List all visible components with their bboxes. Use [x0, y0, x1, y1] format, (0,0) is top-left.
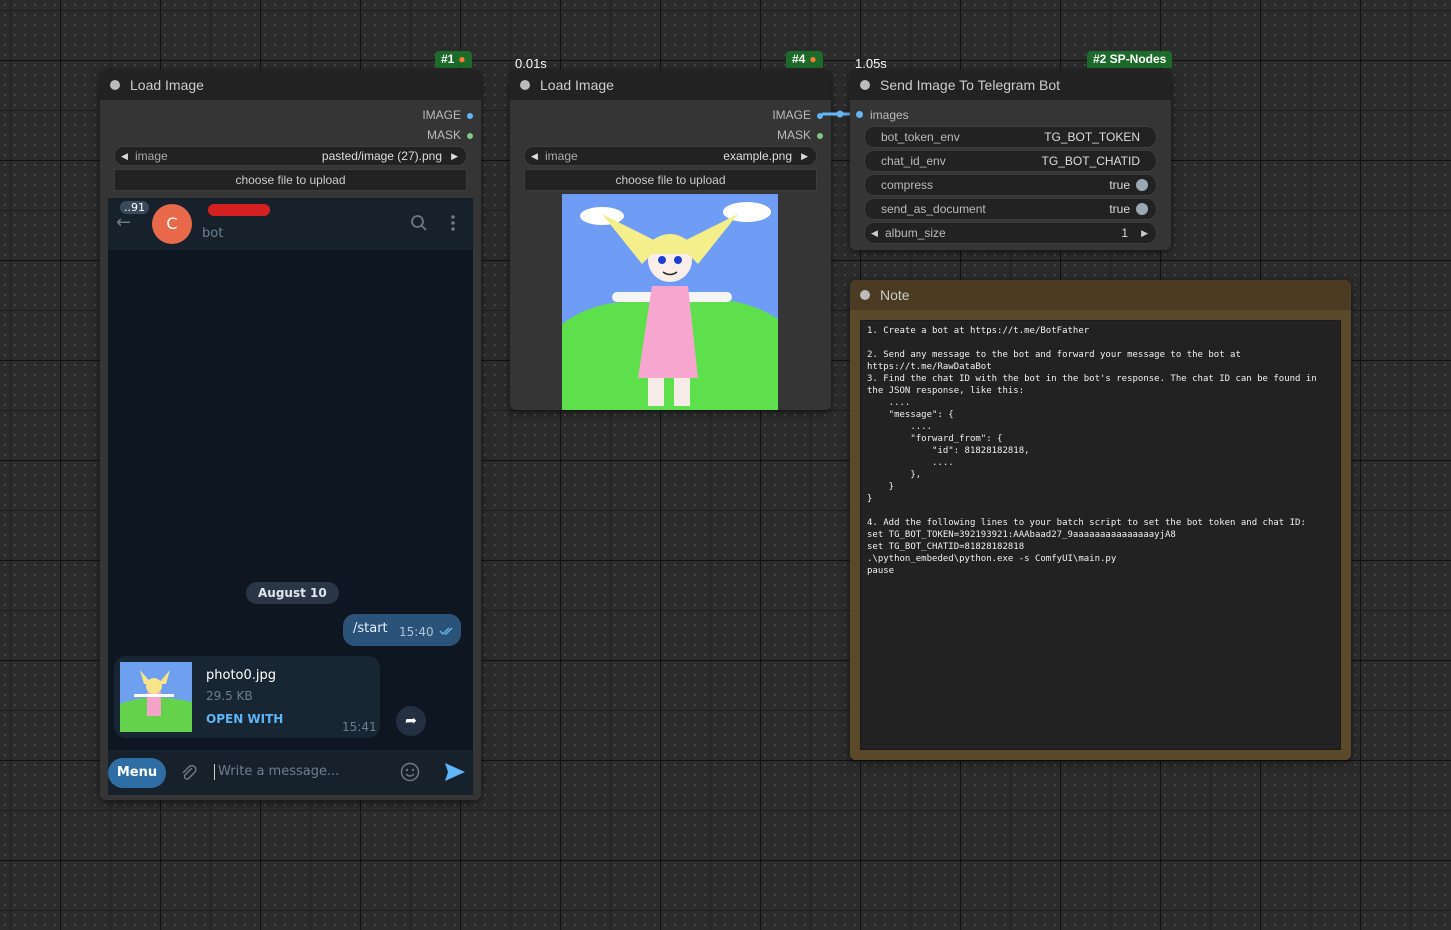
outgoing-message: /start 15:40	[343, 614, 461, 646]
emoji-icon	[400, 762, 420, 782]
chat-subtitle: bot	[202, 226, 224, 241]
node-title[interactable]: Load Image	[100, 70, 481, 100]
node-title[interactable]: Send Image To Telegram Bot	[850, 70, 1171, 100]
fox-icon: ●	[809, 52, 817, 66]
compress-toggle[interactable]: compress true	[864, 174, 1157, 196]
choose-file-button[interactable]: choose file to upload	[524, 169, 817, 191]
send-telegram-node[interactable]: Send Image To Telegram Bot images bot_to…	[850, 70, 1171, 250]
date-pill: August 10	[246, 582, 339, 604]
chat-id-env-widget[interactable]: chat_id_env TG_BOT_CHATID	[864, 150, 1157, 172]
toggle-knob-icon[interactable]	[1136, 203, 1148, 215]
load-image-node-1[interactable]: Load Image IMAGE MASK ◀ image pasted/ima…	[100, 70, 481, 800]
search-icon	[411, 215, 427, 231]
image-combo-widget[interactable]: ◀ image example.png ▶	[524, 146, 817, 166]
file-size: 29.5 KB	[206, 689, 253, 703]
collapse-dot-icon[interactable]	[110, 80, 120, 90]
file-name: photo0.jpg	[206, 668, 277, 683]
chat-header: ← ..91 C bot	[108, 198, 473, 250]
menu-button: Menu	[108, 758, 166, 788]
arrow-left-icon[interactable]: ◀	[871, 223, 878, 243]
socket-icon[interactable]	[817, 132, 823, 139]
node-title-text: Load Image	[540, 77, 614, 93]
note-textarea[interactable]: 1. Create a bot at https://t.me/BotFathe…	[860, 320, 1341, 750]
message-composer: Menu Write a message...	[108, 750, 473, 795]
forward-icon: ➦	[396, 706, 426, 736]
node-title[interactable]: Load Image	[510, 70, 831, 100]
redacted-name	[208, 204, 270, 216]
open-with-link: OPEN WITH	[206, 712, 284, 726]
more-vertical-icon	[451, 215, 455, 231]
node-title[interactable]: Note	[850, 280, 1351, 310]
arrow-right-icon[interactable]: ▶	[801, 147, 808, 165]
send-as-document-toggle[interactable]: send_as_document true	[864, 198, 1157, 220]
collapse-dot-icon[interactable]	[860, 290, 870, 300]
execution-time: 0.01s	[515, 56, 547, 71]
album-size-widget[interactable]: ◀ album_size 1 ▶	[864, 222, 1157, 244]
double-check-icon	[439, 627, 453, 635]
collapse-dot-icon[interactable]	[520, 80, 530, 90]
unread-badge: ..91	[120, 201, 149, 214]
arrow-right-icon[interactable]: ▶	[1141, 223, 1148, 243]
arrow-left-icon[interactable]: ◀	[531, 147, 538, 165]
arrow-left-icon[interactable]: ◀	[121, 147, 128, 165]
node-title-text: Load Image	[130, 77, 204, 93]
image-preview	[562, 194, 778, 410]
note-node[interactable]: Note 1. Create a bot at https://t.me/Bot…	[850, 280, 1351, 760]
socket-icon[interactable]	[856, 111, 863, 118]
collapse-dot-icon[interactable]	[860, 80, 870, 90]
arrow-right-icon[interactable]: ▶	[451, 147, 458, 165]
output-image[interactable]: IMAGE	[772, 108, 823, 122]
execution-time: 1.05s	[855, 56, 887, 71]
node-title-text: Send Image To Telegram Bot	[880, 77, 1061, 93]
input-images: images	[870, 108, 909, 122]
message-placeholder: Write a message...	[218, 764, 340, 779]
socket-icon[interactable]	[467, 132, 473, 139]
send-icon	[445, 763, 465, 781]
load-image-node-4[interactable]: Load Image IMAGE MASK ◀ image example.pn…	[510, 70, 831, 410]
image-combo-widget[interactable]: ◀ image pasted/image (27).png ▶	[114, 146, 467, 166]
attach-icon	[182, 764, 197, 780]
photo-thumbnail	[120, 662, 192, 732]
choose-file-button[interactable]: choose file to upload	[114, 169, 467, 191]
image-preview: ← ..91 C bot August 10 /start 15:40 phot…	[108, 198, 473, 795]
node-badge: #2 SP-Nodes	[1087, 51, 1173, 68]
node-badge: #4 ●	[786, 51, 823, 68]
output-image[interactable]: IMAGE	[422, 108, 473, 122]
node-badge: #1 ●	[435, 51, 472, 68]
output-mask[interactable]: MASK	[777, 128, 823, 142]
bot-token-env-widget[interactable]: bot_token_env TG_BOT_TOKEN	[864, 126, 1157, 148]
toggle-knob-icon[interactable]	[1136, 179, 1148, 191]
output-mask[interactable]: MASK	[427, 128, 473, 142]
fox-icon: ●	[458, 52, 466, 66]
back-arrow-icon: ←	[116, 212, 132, 233]
text-cursor	[214, 764, 215, 780]
file-message: photo0.jpg 29.5 KB OPEN WITH 15:41	[114, 656, 380, 738]
node-title-text: Note	[880, 287, 910, 303]
avatar: C	[152, 204, 192, 244]
socket-icon[interactable]	[467, 112, 473, 119]
